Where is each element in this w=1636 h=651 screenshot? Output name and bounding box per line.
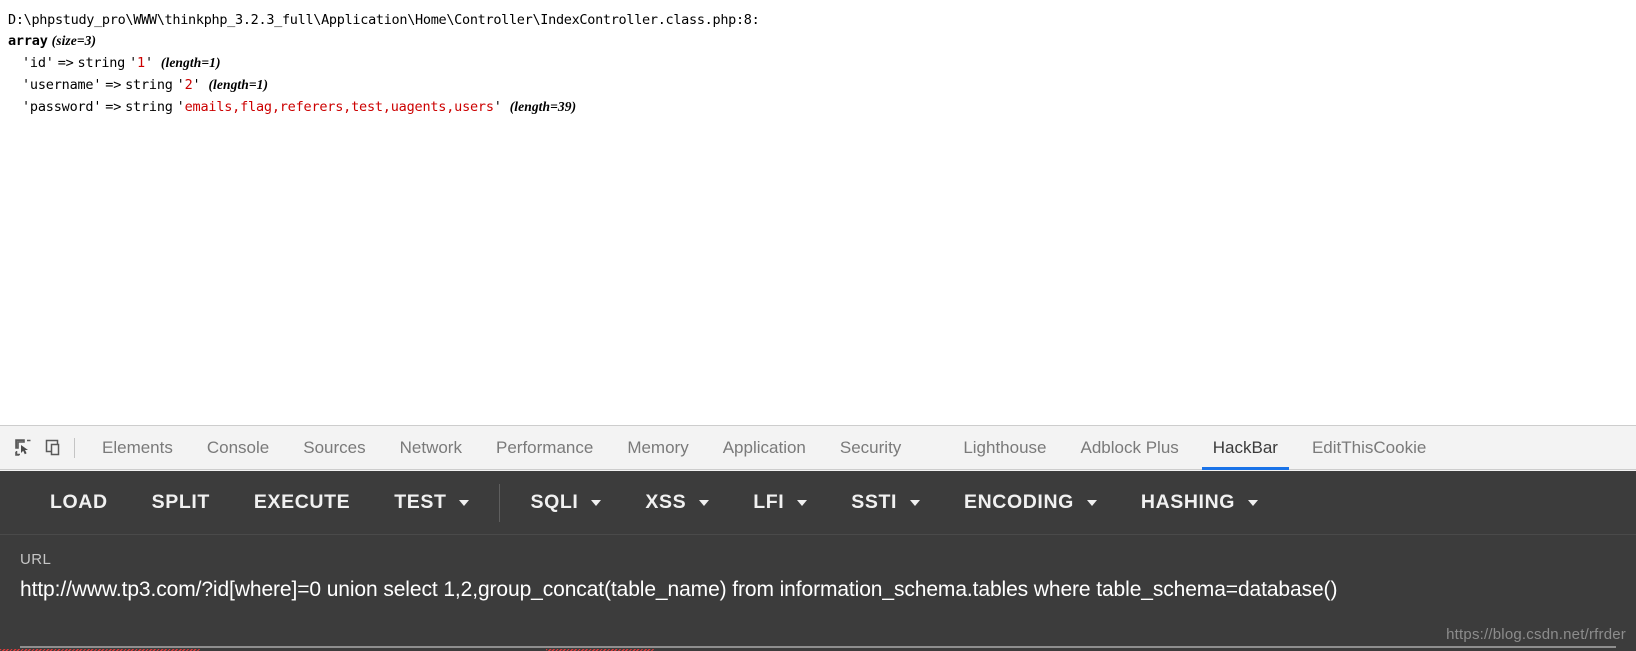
test-menu-button[interactable]: TEST — [372, 481, 491, 525]
hashing-label: HASHING — [1140, 491, 1236, 513]
tab-security[interactable]: Security — [823, 426, 918, 470]
hashing-menu-button[interactable]: HASHING — [1119, 481, 1280, 525]
dump-array-header: array (size=3) — [8, 30, 1636, 52]
sqli-label: SQLI — [530, 491, 579, 513]
tab-elements[interactable]: Elements — [85, 426, 190, 470]
hackbar-panel: LOAD SPLIT EXECUTE TEST SQLI XSS LFI SST… — [0, 471, 1636, 651]
sqli-menu-button[interactable]: SQLI — [508, 481, 623, 525]
split-button[interactable]: SPLIT — [130, 481, 232, 525]
tab-application[interactable]: Application — [706, 426, 823, 470]
dump-row-arrow: => — [105, 99, 122, 115]
dump-row-quote-open: ' — [176, 99, 185, 115]
url-input[interactable]: http://www.tp3.com/?id[where]=0 union se… — [20, 575, 1636, 605]
lfi-label: LFI — [753, 491, 785, 513]
dump-row-quote-open: ' — [176, 77, 185, 93]
tab-memory[interactable]: Memory — [610, 426, 705, 470]
dump-row-quote-open: ' — [129, 55, 138, 71]
toolbar-separator — [499, 483, 501, 522]
dump-row-arrow: => — [105, 77, 122, 93]
split-label: SPLIT — [151, 491, 210, 513]
tab-editthiscookie[interactable]: EditThisCookie — [1295, 426, 1443, 470]
toolbar-divider — [74, 437, 75, 458]
dump-row-key: 'id' — [22, 55, 54, 71]
devtools-panel: Elements Console Sources Network Perform… — [0, 425, 1636, 651]
dump-row: 'username' => string '2' (length=1) — [8, 74, 1636, 96]
devtools-tabbar: Elements Console Sources Network Perform… — [0, 426, 1636, 470]
execute-button[interactable]: EXECUTE — [232, 481, 372, 525]
tab-network[interactable]: Network — [383, 426, 479, 470]
load-button[interactable]: LOAD — [28, 481, 130, 525]
xss-menu-button[interactable]: XSS — [623, 481, 731, 525]
test-label: TEST — [394, 491, 447, 513]
inspect-element-icon[interactable] — [8, 433, 38, 463]
xss-label: XSS — [645, 491, 687, 513]
chevron-down-icon — [1086, 499, 1097, 506]
hackbar-toolbar: LOAD SPLIT EXECUTE TEST SQLI XSS LFI SST… — [0, 471, 1636, 535]
lfi-menu-button[interactable]: LFI — [731, 481, 829, 525]
chevron-down-icon — [797, 499, 808, 506]
tab-adblock-plus[interactable]: Adblock Plus — [1064, 426, 1196, 470]
dump-row: 'password' => string 'emails,flag,refere… — [8, 96, 1636, 118]
dump-row-type: string — [77, 55, 126, 71]
dump-row-key: 'username' — [22, 77, 102, 93]
chevron-down-icon — [1248, 499, 1259, 506]
hackbar-url-section: URL http://www.tp3.com/?id[where]=0 unio… — [0, 535, 1636, 651]
dump-row-length: (length=39) — [509, 99, 577, 114]
tab-console[interactable]: Console — [190, 426, 286, 470]
ssti-label: SSTI — [851, 491, 898, 513]
dump-row-length: (length=1) — [208, 77, 269, 92]
tab-sources[interactable]: Sources — [286, 426, 382, 470]
url-label: URL — [20, 551, 52, 568]
encoding-menu-button[interactable]: ENCODING — [942, 481, 1119, 525]
array-size: (size=3) — [51, 33, 97, 48]
tab-hackbar[interactable]: HackBar — [1196, 426, 1295, 470]
dump-row-key: 'password' — [22, 99, 102, 115]
dump-row-quote-close: ' — [493, 99, 502, 115]
dump-row-length: (length=1) — [160, 55, 221, 70]
tab-lighthouse[interactable]: Lighthouse — [946, 426, 1063, 470]
browser-page: D:\phpstudy_pro\WWW\thinkphp_3.2.3_full\… — [0, 0, 1636, 651]
dump-row-arrow: => — [57, 55, 74, 71]
dump-row-value: emails,flag,referers,test,uagents,users — [184, 99, 494, 115]
dump-row-quote-close: ' — [144, 55, 153, 71]
device-toolbar-icon[interactable] — [38, 433, 68, 463]
array-keyword: array — [8, 33, 48, 49]
dump-source-path: D:\phpstudy_pro\WWW\thinkphp_3.2.3_full\… — [8, 12, 760, 28]
url-field-underline — [20, 646, 1616, 648]
dump-row-value: 2 — [184, 77, 193, 93]
load-label: LOAD — [50, 491, 108, 513]
dump-row-type: string — [125, 99, 173, 115]
chevron-down-icon — [910, 499, 921, 506]
tab-performance[interactable]: Performance — [479, 426, 610, 470]
dump-row-value: 1 — [137, 55, 145, 71]
dump-row-type: string — [125, 77, 173, 93]
var-dump-output: D:\phpstudy_pro\WWW\thinkphp_3.2.3_full\… — [0, 0, 1636, 425]
execute-label: EXECUTE — [253, 491, 351, 513]
chevron-down-icon — [459, 499, 470, 506]
ssti-menu-button[interactable]: SSTI — [829, 481, 942, 525]
dump-row: 'id' => string '1' (length=1) — [8, 52, 1636, 74]
encoding-label: ENCODING — [964, 491, 1074, 513]
chevron-down-icon — [699, 499, 710, 506]
chevron-down-icon — [591, 499, 602, 506]
